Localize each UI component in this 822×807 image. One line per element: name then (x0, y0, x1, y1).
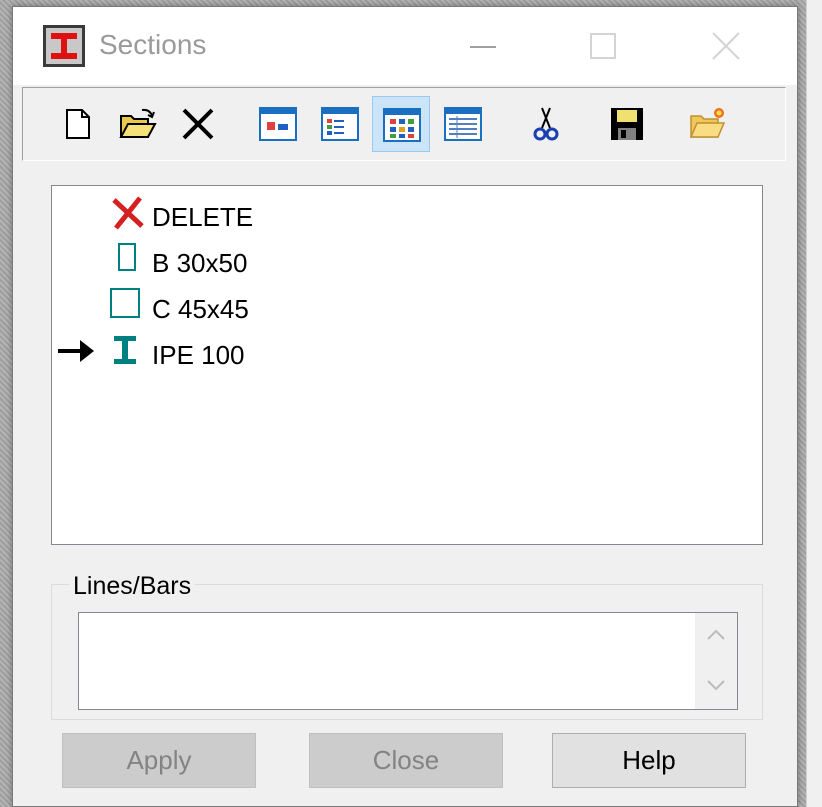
scroll-up-icon (707, 629, 725, 640)
delete-x-icon (108, 194, 148, 239)
view-mode-3-button[interactable] (372, 96, 430, 152)
cut-button[interactable] (517, 96, 575, 152)
background-window-edge (806, 0, 822, 807)
view-mode-2-icon (321, 107, 359, 141)
minimize-icon (470, 46, 496, 48)
cut-scissors-icon (533, 107, 559, 141)
rectangle-section-icon (108, 240, 148, 285)
list-item-label: C 45x45 (152, 294, 249, 324)
close-icon (712, 32, 740, 60)
title-bar[interactable]: Sections (13, 7, 797, 85)
list-item-c-45x45[interactable]: C 45x45 (52, 286, 752, 326)
view-mode-4-button[interactable] (434, 96, 492, 152)
new-button[interactable] (49, 96, 107, 152)
view-mode-1-icon (259, 107, 297, 141)
close-window-button[interactable] (701, 23, 751, 69)
sections-dialog: Sections DELETE B 30x50 C 45x45 IPE 100 … (12, 6, 798, 807)
delete-button[interactable] (169, 96, 227, 152)
square-section-icon (108, 286, 148, 331)
lines-bars-label: Lines/Bars (69, 572, 196, 601)
current-section-arrow-icon (56, 334, 100, 375)
view-mode-2-button[interactable] (311, 96, 369, 152)
maximize-button[interactable] (578, 23, 628, 69)
save-button[interactable] (598, 96, 656, 152)
list-item-b-30x50[interactable]: B 30x50 (52, 240, 752, 280)
list-item-ipe-100[interactable]: IPE 100 (52, 332, 752, 372)
i-beam-section-icon (108, 332, 148, 377)
scroll-down-icon (707, 680, 725, 691)
help-button[interactable]: Help (552, 733, 746, 788)
folder-new-icon (689, 108, 726, 138)
open-button[interactable] (109, 96, 167, 152)
delete-x-icon (182, 108, 214, 140)
list-item-label: B 30x50 (152, 248, 248, 278)
list-item-delete[interactable]: DELETE (52, 194, 752, 234)
save-disk-icon (611, 108, 643, 140)
open-folder-icon (119, 108, 157, 138)
lines-bars-field[interactable] (78, 612, 738, 710)
view-mode-3-icon (383, 108, 421, 142)
view-mode-1-button[interactable] (249, 96, 307, 152)
window-title: Sections (99, 29, 207, 60)
lines-bars-scrollbar[interactable] (695, 613, 737, 709)
minimize-button[interactable] (458, 23, 508, 69)
view-mode-4-icon (444, 107, 482, 141)
close-button[interactable]: Close (309, 733, 503, 788)
apply-button[interactable]: Apply (62, 733, 256, 788)
list-item-label: DELETE (152, 202, 254, 232)
maximize-icon (590, 33, 616, 59)
new-folder-button[interactable] (679, 96, 737, 152)
toolbar (22, 87, 786, 161)
new-icon (66, 109, 90, 139)
i-beam-app-icon (43, 25, 85, 67)
list-item-label: IPE 100 (152, 340, 245, 370)
sections-list[interactable]: DELETE B 30x50 C 45x45 IPE 100 (51, 185, 763, 545)
